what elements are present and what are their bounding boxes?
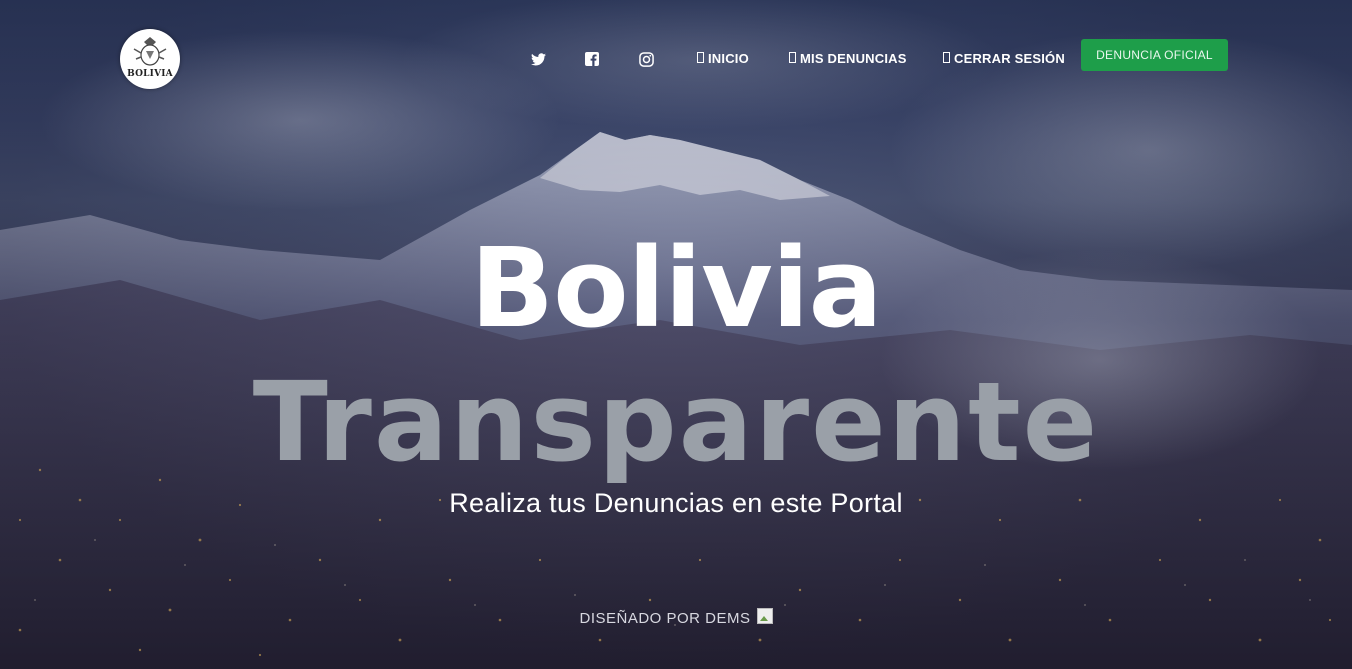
coat-of-arms-icon [133, 37, 167, 66]
navbar: BOLIVIA INICIO MIS DENUNCIAS CERRAR SESI… [0, 0, 1352, 110]
document-icon [789, 52, 796, 63]
instagram-icon[interactable] [637, 50, 655, 68]
footer-credit-text: DISEÑADO POR DEMS [579, 610, 751, 627]
nav-link-label: CERRAR SESIÓN [954, 51, 1065, 66]
nav-link-mis-denuncias[interactable]: MIS DENUNCIAS [789, 51, 907, 66]
footer-credit: DISEÑADO POR DEMS [0, 608, 1352, 627]
logo-text: BOLIVIA [127, 69, 173, 79]
denuncia-oficial-button[interactable]: DENUNCIA OFICIAL [1081, 39, 1228, 71]
broken-image-icon [756, 608, 773, 624]
hero-section: BOLIVIA INICIO MIS DENUNCIAS CERRAR SESI… [0, 0, 1352, 669]
logout-icon [943, 52, 950, 63]
nav-link-inicio[interactable]: INICIO [697, 51, 749, 66]
twitter-icon[interactable] [529, 50, 547, 68]
nav-link-label: INICIO [708, 51, 749, 66]
hero-subtitle: Realiza tus Denuncias en este Portal [449, 488, 903, 518]
facebook-icon[interactable] [583, 50, 601, 68]
bolivia-coat-of-arms-logo[interactable]: BOLIVIA [120, 29, 180, 89]
hero-title-line2: Transparente [252, 358, 1100, 486]
nav-link-cerrar-sesion[interactable]: CERRAR SESIÓN [943, 51, 1065, 66]
nav-link-label: MIS DENUNCIAS [800, 51, 907, 66]
hero-title-line1: Bolivia [470, 224, 882, 352]
home-icon [697, 52, 704, 63]
